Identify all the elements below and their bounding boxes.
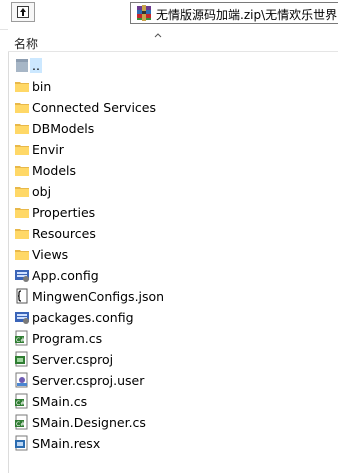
toolbar: 无情版源码加端.zip\无情欢乐世界 (0, 0, 338, 30)
parent-folder-row[interactable]: .. (8, 55, 338, 76)
item-label: packages.config (32, 310, 134, 325)
item-label: SMain.Designer.cs (32, 415, 146, 430)
folder-row[interactable]: Properties (8, 202, 338, 223)
item-label: Connected Services (32, 100, 156, 115)
folder-icon (15, 103, 29, 113)
file-row[interactable]: App.config (8, 265, 338, 286)
file-row[interactable]: C# SMain.cs (8, 391, 338, 412)
item-label: .. (30, 58, 42, 73)
item-label: Models (32, 163, 77, 178)
path-text: 无情版源码加端.zip\无情欢乐世界 (156, 8, 338, 22)
resx-file-icon (15, 435, 28, 451)
cs-file-icon: C# (15, 330, 28, 346)
item-label: Properties (32, 205, 96, 220)
item-label: Server.csproj (32, 352, 114, 367)
folder-row[interactable]: Connected Services (8, 97, 338, 118)
item-label: Views (32, 247, 69, 262)
archive-icon (137, 5, 151, 21)
up-folder-button[interactable] (11, 2, 35, 22)
item-label: App.config (32, 268, 99, 283)
user-file-icon (15, 372, 28, 388)
up-arrow-icon (17, 6, 29, 18)
file-row[interactable]: Server.csproj (8, 349, 338, 370)
folder-row[interactable]: Resources (8, 223, 338, 244)
file-row[interactable]: SMain.resx (8, 433, 338, 454)
file-row[interactable]: C# Program.cs (8, 328, 338, 349)
parent-folder-icon (16, 59, 28, 72)
folder-row[interactable]: Models (8, 160, 338, 181)
folder-icon (15, 187, 29, 197)
svg-text:C#: C# (16, 421, 25, 428)
folder-icon (15, 166, 29, 176)
item-label: SMain.cs (32, 394, 88, 409)
file-row[interactable]: Server.csproj.user (8, 370, 338, 391)
folder-icon (15, 208, 29, 218)
column-header: 名称 (8, 29, 338, 52)
item-label: SMain.resx (32, 436, 101, 451)
folder-row[interactable]: obj (8, 181, 338, 202)
json-file-icon (16, 288, 28, 304)
sort-up-icon[interactable] (154, 31, 162, 39)
item-label: Program.cs (32, 331, 103, 346)
item-label: Resources (32, 226, 96, 241)
item-label: obj (32, 184, 52, 199)
folder-icon (15, 229, 29, 239)
file-row[interactable]: packages.config (8, 307, 338, 328)
cs-file-icon: C# (15, 393, 28, 409)
item-label: MingwenConfigs.json (32, 289, 165, 304)
item-label: bin (32, 79, 52, 94)
config-file-icon (15, 270, 29, 282)
file-row[interactable]: MingwenConfigs.json (8, 286, 338, 307)
item-label: Server.csproj.user (32, 373, 145, 388)
name-column-header[interactable]: 名称 (14, 35, 38, 52)
csproj-file-icon (15, 351, 28, 367)
folder-icon (15, 250, 29, 260)
path-field[interactable]: 无情版源码加端.zip\无情欢乐世界 (130, 2, 338, 24)
cs-file-icon: C# (15, 414, 28, 430)
folder-icon (15, 82, 29, 92)
folder-icon (15, 124, 29, 134)
config-file-icon (15, 312, 29, 324)
folder-row[interactable]: Views (8, 244, 338, 265)
svg-text:C#: C# (16, 337, 25, 344)
folder-row[interactable]: bin (8, 76, 338, 97)
folder-row[interactable]: DBModels (8, 118, 338, 139)
file-row[interactable]: C# SMain.Designer.cs (8, 412, 338, 433)
svg-text:C#: C# (16, 400, 25, 407)
item-label: DBModels (32, 121, 95, 136)
folder-icon (15, 145, 29, 155)
folder-row[interactable]: Envir (8, 139, 338, 160)
item-label: Envir (32, 142, 64, 157)
